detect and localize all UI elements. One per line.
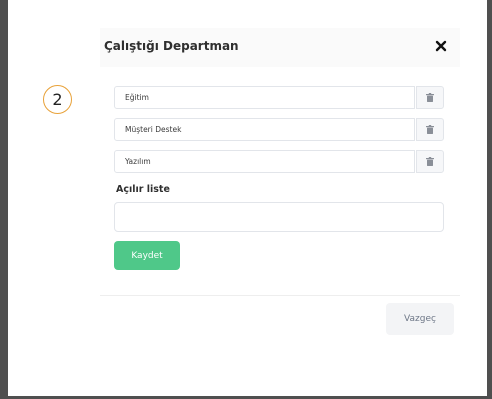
window-frame-right [487, 0, 492, 399]
window-frame-left [0, 0, 8, 399]
department-input[interactable] [114, 118, 415, 141]
department-input[interactable] [114, 86, 415, 109]
delete-department-button[interactable] [416, 118, 444, 141]
dropdown-list-label: Açılır liste [116, 184, 170, 195]
department-row [114, 86, 444, 109]
trash-icon [426, 157, 434, 166]
step-number-badge: 2 [43, 85, 72, 114]
close-icon[interactable] [434, 39, 448, 53]
department-row [114, 118, 444, 141]
trash-icon [426, 93, 434, 102]
modal-title: Çalıştığı Departman [104, 39, 239, 53]
delete-department-button[interactable] [416, 86, 444, 109]
trash-icon [426, 125, 434, 134]
footer-divider [100, 295, 460, 296]
department-input[interactable] [114, 150, 415, 173]
delete-department-button[interactable] [416, 150, 444, 173]
dropdown-list-input[interactable] [114, 202, 444, 232]
cancel-button[interactable]: Vazgeç [386, 303, 454, 335]
save-button[interactable]: Kaydet [114, 241, 180, 270]
department-row [114, 150, 444, 173]
